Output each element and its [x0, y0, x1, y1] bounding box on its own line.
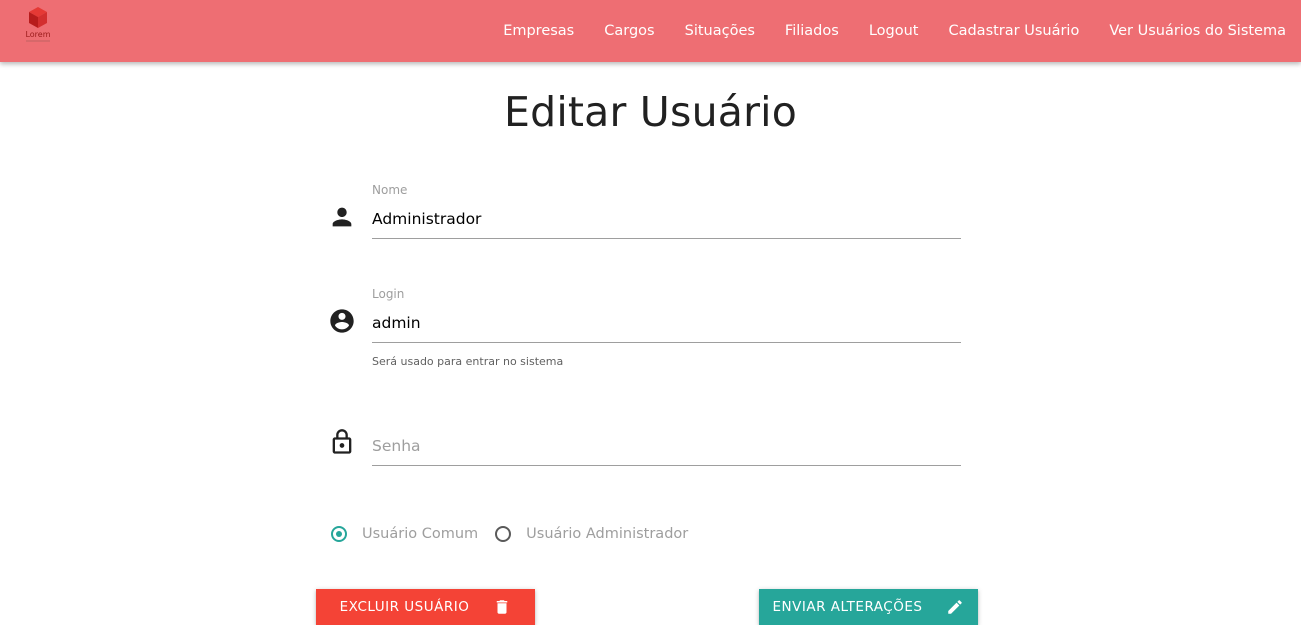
trash-icon: [497, 600, 508, 614]
nav-links: Empresas Cargos Situações Filiados Logou…: [488, 0, 1301, 62]
nav-link-situacoes[interactable]: Situações: [670, 0, 770, 62]
nome-field-group: Nome: [326, 182, 962, 242]
nav-link-empresas[interactable]: Empresas: [488, 0, 589, 62]
navbar: Lorem Empresas Cargos Situações Filiados…: [0, 0, 1301, 62]
login-label: Login: [372, 287, 405, 301]
radio-usuario-comum-label: Usuário Comum: [362, 526, 479, 542]
brand-text: Lorem: [25, 30, 51, 39]
senha-input[interactable]: [372, 426, 961, 466]
excluir-usuario-button[interactable]: EXCLUIR USUÁRIO: [316, 589, 535, 625]
radio-usuario-administrador-label: Usuário Administrador: [526, 526, 689, 542]
radio-unchecked-icon[interactable]: [495, 526, 512, 542]
excluir-usuario-label: EXCLUIR USUÁRIO: [339, 599, 470, 615]
radio-usuario-comum[interactable]: Usuário Comum: [331, 526, 478, 542]
nav-link-filiados[interactable]: Filiados: [770, 0, 854, 62]
lock-icon: [332, 429, 352, 454]
person-icon: [332, 207, 352, 227]
page-title: Editar Usuário: [503, 88, 798, 136]
account-circle-icon: [330, 309, 354, 333]
brand-logo[interactable]: Lorem: [20, 5, 56, 45]
nav-link-cargos[interactable]: Cargos: [589, 0, 669, 62]
login-field-group: Login Será usado para entrar no sistema: [326, 286, 962, 376]
tipo-usuario-radio-group: Usuário Comum Usuário Administrador: [331, 526, 705, 542]
enviar-alteracoes-label: ENVIAR ALTERAÇÕES: [772, 599, 923, 615]
nav-link-ver-usuarios[interactable]: Ver Usuários do Sistema: [1094, 0, 1301, 62]
nome-label: Nome: [372, 183, 408, 197]
pencil-icon: [948, 600, 963, 614]
login-input[interactable]: [372, 303, 961, 343]
nav-link-logout[interactable]: Logout: [854, 0, 934, 62]
nome-input[interactable]: [372, 199, 961, 239]
login-helper-text: Será usado para entrar no sistema: [372, 355, 564, 368]
brand-underline: [26, 40, 50, 42]
radio-usuario-administrador[interactable]: Usuário Administrador: [495, 526, 688, 542]
radio-checked-icon[interactable]: [331, 526, 347, 542]
cube-logo-icon: [29, 7, 47, 28]
senha-field-group: [326, 426, 962, 468]
enviar-alteracoes-button[interactable]: ENVIAR ALTERAÇÕES: [759, 589, 978, 625]
nav-link-cadastrar-usuario[interactable]: Cadastrar Usuário: [933, 0, 1094, 62]
